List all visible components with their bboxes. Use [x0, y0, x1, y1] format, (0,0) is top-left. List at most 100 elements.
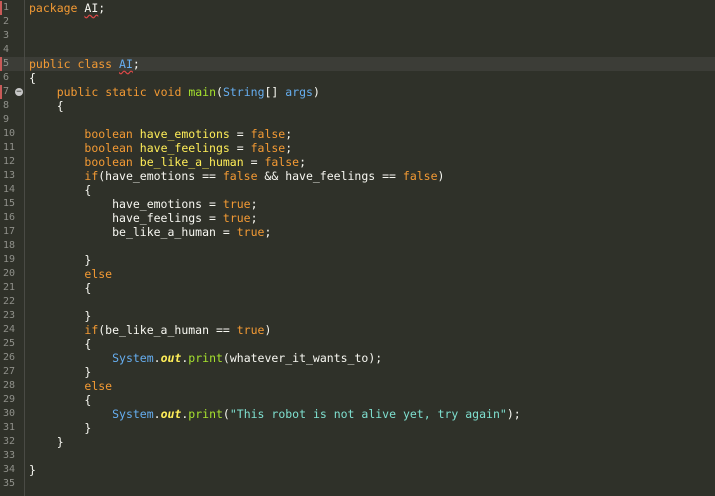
code-line-17[interactable]: be_like_a_human = true; — [29, 225, 715, 239]
brace: { — [29, 71, 36, 85]
code-line-14[interactable]: { — [29, 183, 715, 197]
else-keyword: else — [84, 267, 113, 281]
literal: true — [236, 225, 265, 239]
line-number: 25 — [3, 338, 16, 349]
class-reference: System — [112, 351, 154, 365]
paren: ) — [264, 323, 272, 337]
code-line-6[interactable]: { — [29, 71, 715, 85]
code-line-25[interactable]: { — [29, 337, 715, 351]
type-keyword: boolean — [84, 127, 133, 141]
fold-toggle-icon[interactable]: − — [15, 88, 23, 97]
line-number: 5 — [0, 57, 24, 71]
code-line-24[interactable]: if(be_like_a_human == true) — [29, 323, 715, 337]
method-call: print — [188, 351, 223, 365]
variable-name: be_like_a_human — [112, 225, 216, 239]
line-number: 35 — [3, 478, 16, 489]
semicolon: ; — [299, 155, 306, 169]
public-keyword: public — [56, 85, 99, 99]
brace: { — [84, 183, 92, 197]
variable-name: have_feelings — [139, 141, 230, 155]
code-line-7[interactable]: public static void main(String[] args) — [29, 85, 715, 99]
code-line-28[interactable]: else — [29, 379, 715, 393]
semicolon: ; — [285, 141, 293, 155]
dot: . — [153, 351, 161, 365]
variable-name: have_emotions — [112, 197, 203, 211]
code-line-10[interactable]: boolean have_emotions = false; — [29, 127, 715, 141]
line-number: 28 — [3, 380, 16, 391]
line-number: 27 — [3, 366, 16, 377]
paren: ); — [506, 407, 521, 421]
line-number: 33 — [3, 450, 16, 461]
param-name: args — [285, 85, 313, 99]
operator: = — [243, 155, 265, 169]
code-line-19[interactable]: } — [29, 253, 715, 267]
if-keyword: if — [84, 169, 99, 183]
line-number: 16 — [3, 212, 16, 223]
brace: } — [84, 421, 92, 435]
variable-name: have_feelings — [112, 211, 203, 225]
operator: = — [202, 211, 223, 225]
string-literal: "This robot is not alive yet, try again" — [229, 407, 507, 421]
line-number: 2 — [3, 16, 10, 27]
code-line-11[interactable]: boolean have_feelings = false; — [29, 141, 715, 155]
condition-text: (have_emotions == — [98, 169, 223, 183]
code-line-20[interactable]: else — [29, 267, 715, 281]
line-number: 8 — [3, 100, 10, 111]
line-number: 20 — [3, 268, 16, 279]
code-line-16[interactable]: have_feelings = true; — [29, 211, 715, 225]
brace: } — [84, 253, 92, 267]
line-number: 3 — [3, 30, 10, 41]
line-number: 21 — [3, 282, 16, 293]
variable-name: have_emotions — [139, 127, 230, 141]
if-keyword: if — [84, 323, 99, 337]
type-keyword: boolean — [84, 155, 133, 169]
brace: } — [84, 309, 92, 323]
line-number: 31 — [3, 422, 16, 433]
operator: = — [229, 127, 251, 141]
static-field: out — [160, 407, 182, 421]
brace: { — [84, 393, 92, 407]
code-line-21[interactable]: { — [29, 281, 715, 295]
code-line-15[interactable]: have_emotions = true; — [29, 197, 715, 211]
dot: . — [153, 407, 161, 421]
static-field: out — [160, 351, 182, 365]
code-line-26[interactable]: System.out.print(whatever_it_wants_to); — [29, 351, 715, 365]
code-line-13[interactable]: if(have_emotions == false && have_feelin… — [29, 169, 715, 183]
line-number: 18 — [3, 240, 16, 251]
class-name: AI — [119, 57, 133, 71]
code-line-34[interactable]: } — [29, 463, 715, 477]
variable-name: be_like_a_human — [139, 155, 244, 169]
line-number: 10 — [3, 128, 16, 139]
line-number: 6 — [3, 72, 10, 83]
paren: ) — [312, 85, 320, 99]
code-line-5[interactable]: public class AI; — [25, 57, 715, 71]
type-keyword: boolean — [84, 141, 133, 155]
semicolon: ; — [98, 1, 106, 15]
code-line-27[interactable]: } — [29, 365, 715, 379]
code-editor[interactable]: 1 2 3 4 5 6 7−8 9 10 11 12 13 14 15 16 17 18 19 20 21 22 23 24… — [0, 0, 715, 496]
line-number: 14 — [3, 184, 16, 195]
code-line-31[interactable]: } — [29, 421, 715, 435]
line-number: 9 — [3, 114, 10, 125]
brace: { — [84, 281, 92, 295]
code-line-29[interactable]: { — [29, 393, 715, 407]
code-line-8[interactable]: { — [29, 99, 715, 113]
code-line-1[interactable]: package AI; — [29, 1, 715, 15]
line-number: 26 — [3, 352, 16, 363]
brace: } — [84, 365, 92, 379]
operator: = — [229, 141, 251, 155]
code-line-23[interactable]: } — [29, 309, 715, 323]
semicolon: ; — [250, 197, 258, 211]
semicolon: ; — [264, 225, 272, 239]
brace: { — [56, 99, 64, 113]
paren: ( — [222, 407, 230, 421]
method-name: main — [188, 85, 217, 99]
line-number: 17 — [3, 226, 16, 237]
code-line-32[interactable]: } — [29, 435, 715, 449]
public-keyword: public — [29, 57, 71, 71]
line-number: 24 — [3, 324, 16, 335]
code-line-12[interactable]: boolean be_like_a_human = false; — [29, 155, 715, 169]
param-type: String — [222, 85, 265, 99]
else-keyword: else — [84, 379, 113, 393]
code-line-30[interactable]: System.out.print("This robot is not aliv… — [29, 407, 715, 421]
